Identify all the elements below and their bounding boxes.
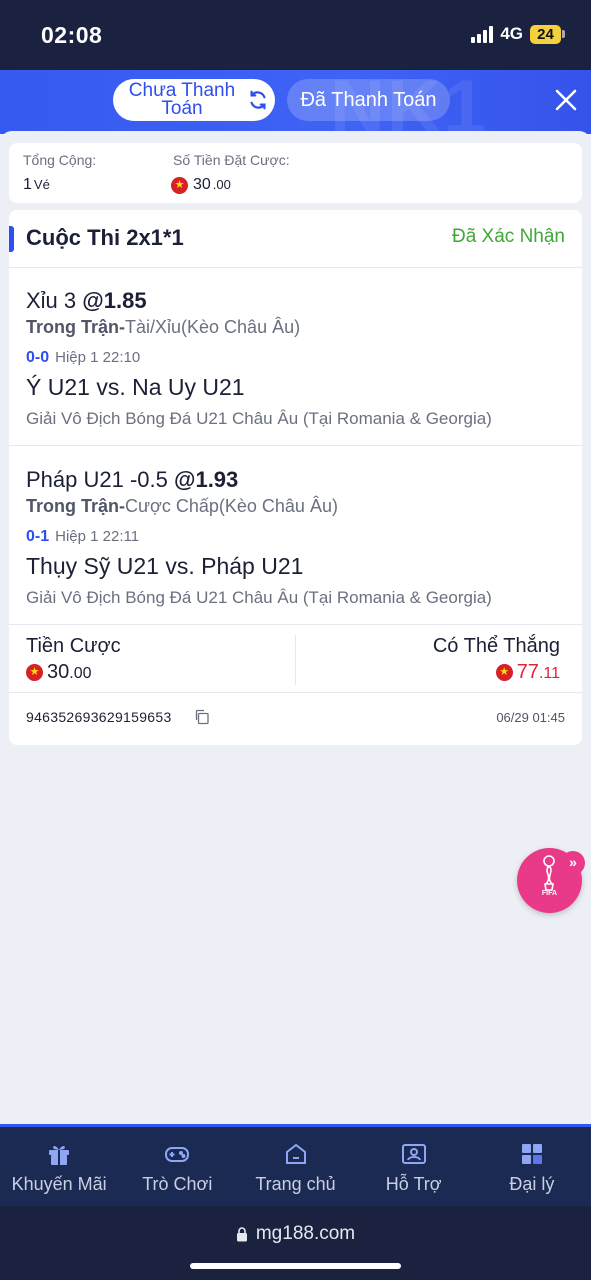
bet-leg: Xỉu 3 @1.85 Trong Trận-Tài/Xỉu(Kèo Châu …: [9, 268, 582, 446]
gamepad-icon: [165, 1147, 190, 1162]
leg-market-prefix: Trong Trận-: [26, 496, 125, 516]
nav-label: Trò Chơi: [142, 1174, 213, 1194]
leg-score: 0-0: [26, 349, 50, 366]
total-unit: Vé: [33, 177, 50, 192]
leg-market: Trong Trận-Cược Chấp(Kèo Châu Âu): [26, 496, 338, 517]
vn-currency-icon: [171, 176, 188, 194]
ticket-footer: 946352693629159653 06/29 01:45: [9, 694, 582, 742]
nav-label: Hỗ Trợ: [385, 1174, 442, 1194]
close-icon[interactable]: [553, 87, 579, 113]
leg-time: Hiệp 1 22:11: [55, 528, 140, 545]
total-value: 1 Vé: [23, 176, 50, 194]
bet-title: Cuộc Thi 2x1*1: [26, 225, 184, 250]
stake-total-decimals: .00: [212, 177, 231, 192]
ticket-id: 946352693629159653: [26, 709, 172, 725]
status-icons: 4G 24: [471, 24, 565, 44]
stake-total-value: 30.00: [171, 176, 231, 194]
bottom-nav: Khuyến Mãi Trò Chơi Trang chủ Hỗ Trợ Đại…: [0, 1124, 591, 1206]
leg-market-type: Cược Chấp(Kèo Châu Âu): [125, 496, 338, 516]
nav-item-promotions[interactable]: Khuyến Mãi: [0, 1127, 118, 1206]
divider: [295, 635, 296, 685]
stake-amount: 30: [47, 661, 70, 683]
leg-time: Hiệp 1 22:10: [55, 349, 141, 366]
ticket-date: 06/29 01:45: [496, 710, 565, 725]
signal-icon: [471, 25, 494, 43]
leg-pick: Pháp U21 -0.5 @1.93: [26, 467, 238, 493]
stake-value: 30.00: [26, 661, 92, 684]
leg-league: Giải Vô Địch Bóng Đá U21 Châu Âu (Tại Ro…: [26, 409, 492, 428]
nav-label: Đại lý: [509, 1174, 555, 1194]
lock-icon: [236, 1226, 247, 1241]
title-accent-bar: [9, 226, 14, 252]
leg-score: 0-1: [26, 528, 50, 545]
url-text: mg188.com: [255, 1223, 356, 1244]
battery-icon: 24: [530, 24, 565, 44]
stake-row: Tiền Cược 30.00 Có Thể Thắng 77.11: [9, 625, 582, 693]
bet-card-header: Cuộc Thi 2x1*1 Đã Xác Nhận: [9, 210, 582, 268]
vn-currency-icon: [495, 664, 513, 681]
leg-market-prefix: Trong Trận-: [26, 317, 125, 337]
leg-selection: Xỉu 3: [26, 288, 77, 313]
url-display[interactable]: mg188.com: [0, 1223, 591, 1245]
leg-pick: Xỉu 3 @1.85: [26, 288, 147, 314]
leg-league: Giải Vô Địch Bóng Đá U21 Châu Âu (Tại Ro…: [26, 588, 492, 607]
status-time: 02:08: [41, 22, 103, 48]
potential-win-label: Có Thể Thắng: [432, 635, 560, 657]
support-icon: [401, 1144, 426, 1164]
home-icon: [285, 1143, 306, 1164]
summary-card: Tổng Cộng: 1Vé Số Tiền Đặt Cược: 30.00: [9, 143, 582, 203]
nav-label: Khuyến Mãi: [11, 1174, 107, 1194]
agent-icon: [521, 1144, 542, 1164]
home-indicator[interactable]: [190, 1263, 401, 1269]
total-label: Tổng Cộng:: [23, 152, 97, 168]
status-bar: 02:08 4G 24: [0, 0, 591, 70]
leg-score-time: 0-0 Hiệp 1 22:10: [26, 349, 140, 367]
vn-currency-icon: [26, 664, 43, 681]
bet-status: Đã Xác Nhận: [451, 226, 565, 247]
stake-total-label: Số Tiền Đặt Cược:: [173, 152, 290, 168]
leg-market-type: Tài/Xỉu(Kèo Châu Âu): [125, 317, 301, 337]
browser-address-bar: mg188.com: [0, 1206, 591, 1280]
expand-chevron-icon[interactable]: »: [561, 851, 585, 875]
refresh-icon[interactable]: [247, 89, 269, 111]
bet-history-header: NK1 Chưa Thanh Toán Đã Thanh Toán: [0, 70, 591, 134]
leg-odds: @1.85: [82, 288, 147, 313]
leg-odds: @1.93: [174, 467, 239, 492]
total-count: 1: [23, 176, 32, 193]
tab-settled[interactable]: Đã Thanh Toán: [287, 79, 450, 121]
copy-icon[interactable]: [194, 709, 210, 725]
leg-score-time: 0-1 Hiệp 1 22:11: [26, 528, 139, 546]
leg-selection: Pháp U21 -0.5: [26, 467, 168, 492]
network-type: 4G: [500, 24, 523, 43]
tab-unsettled[interactable]: Chưa Thanh Toán: [113, 79, 275, 121]
tab-unsettled-label: Chưa Thanh Toán: [128, 80, 236, 119]
win-amount: 77: [516, 661, 539, 683]
fifa-badge-text: FIFA: [541, 890, 558, 897]
nav-item-agent[interactable]: Đại lý: [473, 1127, 591, 1206]
potential-win-value: 77.11: [495, 661, 560, 684]
bet-leg: Pháp U21 -0.5 @1.93 Trong Trận-Cược Chấp…: [9, 447, 582, 625]
stake-total-amount: 30: [193, 176, 211, 193]
gift-icon: [49, 1146, 70, 1165]
nav-item-games[interactable]: Trò Chơi: [118, 1127, 236, 1206]
leg-match: Ý U21 vs. Na Uy U21: [26, 374, 245, 400]
stake-decimals: .00: [69, 665, 92, 682]
leg-match: Thụy Sỹ U21 vs. Pháp U21: [26, 553, 304, 579]
nav-label: Trang chủ: [255, 1174, 336, 1194]
win-decimals: .11: [538, 665, 560, 682]
leg-market: Trong Trận-Tài/Xỉu(Kèo Châu Âu): [26, 317, 300, 338]
stake-label: Tiền Cược: [26, 635, 121, 657]
bet-card[interactable]: Cuộc Thi 2x1*1 Đã Xác Nhận Xỉu 3 @1.85 T…: [9, 210, 582, 745]
nav-item-home[interactable]: Trang chủ: [236, 1127, 354, 1206]
battery-level: 24: [530, 24, 561, 44]
nav-item-support[interactable]: Hỗ Trợ: [355, 1127, 473, 1206]
